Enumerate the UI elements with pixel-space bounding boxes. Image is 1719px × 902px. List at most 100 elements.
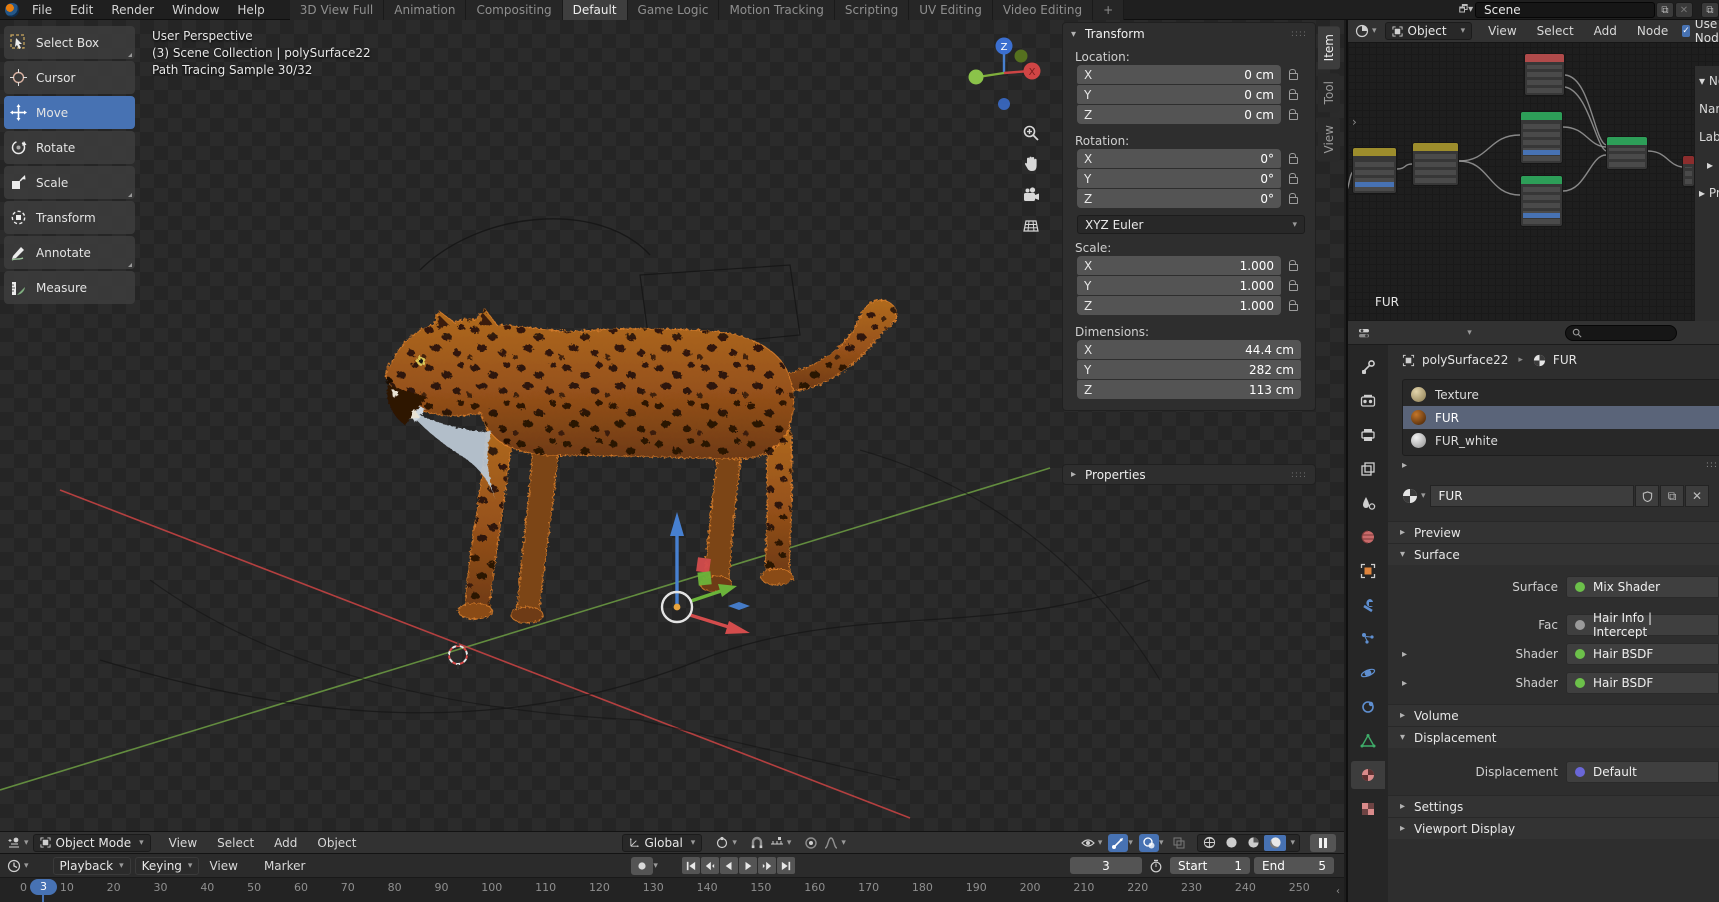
shader-node[interactable]	[1352, 147, 1397, 194]
shader-node[interactable]	[1606, 136, 1648, 170]
show-overlays-icon[interactable]	[1078, 834, 1098, 852]
node-header[interactable]	[1525, 54, 1564, 62]
proportional-editing-icon[interactable]	[801, 834, 821, 852]
node-header[interactable]	[1413, 143, 1458, 151]
lock-icon[interactable]	[1281, 69, 1305, 80]
keying-dropdown[interactable]: Keying ▾	[134, 856, 200, 875]
unlink-material-button[interactable]: ✕	[1685, 485, 1709, 507]
tab-texture[interactable]	[1351, 795, 1385, 823]
rotation-mode-dropdown[interactable]: XYZ Euler ▾	[1077, 215, 1305, 234]
prev-keyframe-button[interactable]	[700, 857, 719, 874]
node-header[interactable]	[1683, 156, 1694, 164]
overlays-toggle-icon[interactable]	[1138, 833, 1159, 852]
panel-volume[interactable]: ▸ Volume	[1388, 704, 1719, 726]
menu-help[interactable]: Help	[228, 0, 273, 20]
tab-view-layer[interactable]	[1351, 455, 1385, 483]
panel-displacement[interactable]: ▾ Displacement	[1388, 726, 1719, 748]
lock-icon[interactable]	[1281, 260, 1305, 271]
tab-motion-tracking[interactable]: Motion Tracking	[719, 0, 835, 20]
viewport-menu-add[interactable]: Add	[264, 832, 307, 854]
navigation-gizmo[interactable]: Z X	[966, 28, 1044, 128]
playback-dropdown[interactable]: Playback ▾	[52, 856, 131, 875]
use-preview-range-icon[interactable]	[1146, 857, 1166, 875]
lock-icon[interactable]	[1281, 173, 1305, 184]
rotation-x-field[interactable]: X 0°	[1077, 149, 1281, 168]
material-ball-icon[interactable]	[1402, 488, 1418, 504]
node-header[interactable]	[1353, 148, 1396, 156]
tab-render[interactable]	[1351, 387, 1385, 415]
tab-object-data[interactable]	[1351, 727, 1385, 755]
tab-video-editing[interactable]: Video Editing	[992, 0, 1094, 20]
tool-annotate[interactable]: Annotate	[4, 236, 135, 269]
tab-tool[interactable]	[1351, 353, 1385, 381]
material-slot-fur-white[interactable]: FUR_white	[1403, 429, 1719, 452]
play-reverse-button[interactable]	[719, 857, 738, 874]
node-menu-node[interactable]: Node	[1627, 20, 1678, 42]
pause-render-button[interactable]	[1310, 833, 1336, 852]
shader-node[interactable]	[1412, 142, 1459, 186]
tab-constraints[interactable]	[1351, 693, 1385, 721]
next-keyframe-button[interactable]	[757, 857, 776, 874]
tab-3d-view-full[interactable]: 3D View Full	[289, 0, 385, 20]
shader1-field[interactable]: Hair BSDF	[1566, 643, 1719, 665]
orthographic-grid-icon[interactable]	[1022, 217, 1040, 235]
timeline-editor-type-icon[interactable]	[4, 857, 24, 875]
material-slot-texture[interactable]: Texture	[1403, 383, 1719, 406]
panel-surface[interactable]: ▾ Surface	[1388, 543, 1719, 565]
breadcrumb-object[interactable]: polySurface22	[1422, 353, 1508, 367]
node-panel-fragment[interactable]: ▾ No	[1699, 74, 1719, 88]
lock-icon[interactable]	[1281, 153, 1305, 164]
transform-panel-header[interactable]: ▾ Transform ::::	[1063, 23, 1315, 45]
tool-move[interactable]: Move	[4, 96, 135, 129]
camera-view-icon[interactable]	[1022, 186, 1040, 204]
tool-scale[interactable]: Scale	[4, 166, 135, 199]
node-header[interactable]	[1607, 137, 1647, 145]
location-y-field[interactable]: Y0 cm	[1077, 85, 1281, 104]
lock-icon[interactable]	[1281, 300, 1305, 311]
tab-world[interactable]	[1351, 523, 1385, 551]
lock-icon[interactable]	[1281, 193, 1305, 204]
ruler-scroll-arrow-icon[interactable]: ‹	[1336, 886, 1340, 897]
shader2-field[interactable]: Hair BSDF	[1566, 672, 1719, 694]
tab-scripting[interactable]: Scripting	[834, 0, 910, 20]
tab-item[interactable]: Item	[1318, 26, 1340, 70]
properties-editor-type-icon[interactable]	[1354, 324, 1374, 342]
menu-window[interactable]: Window	[163, 0, 228, 20]
node-preview-fragment[interactable]: ▸ Pr	[1699, 186, 1719, 200]
show-gizmo-icon[interactable]	[1108, 833, 1129, 852]
panel-settings[interactable]: ▸ Settings	[1388, 795, 1719, 817]
fac-field[interactable]: Hair Info | Intercept	[1566, 611, 1719, 639]
tab-default[interactable]: Default	[562, 0, 628, 20]
tab-game-logic[interactable]: Game Logic	[627, 0, 720, 20]
shader-node[interactable]	[1524, 53, 1565, 96]
proportional-falloff-icon[interactable]	[821, 834, 841, 852]
tool-rotate[interactable]: Rotate	[4, 131, 135, 164]
move-gizmo[interactable]	[640, 480, 770, 650]
pivot-point-icon[interactable]	[712, 834, 732, 852]
panel-preview[interactable]: ▸ Preview	[1388, 521, 1719, 543]
shading-material-button[interactable]	[1242, 835, 1264, 851]
viewport-menu-select[interactable]: Select	[207, 832, 264, 854]
zoom-icon[interactable]	[1022, 124, 1040, 142]
location-x-field[interactable]: X0 cm	[1077, 65, 1281, 84]
resize-grip-icon[interactable]: ::::	[1706, 460, 1719, 471]
lock-icon[interactable]	[1281, 280, 1305, 291]
start-frame-field[interactable]: Start 1	[1170, 857, 1250, 874]
node-sidebar-toggle-icon[interactable]: ›	[1352, 115, 1357, 129]
menu-file[interactable]: File	[23, 0, 61, 20]
displacement-field[interactable]: Default	[1566, 761, 1719, 783]
tab-compositing[interactable]: Compositing	[466, 0, 563, 20]
mode-dropdown[interactable]: Object Mode ▾	[32, 833, 151, 852]
snap-target-icon[interactable]	[767, 834, 787, 852]
tab-material[interactable]	[1351, 761, 1385, 789]
viewport-menu-view[interactable]: View	[159, 832, 207, 854]
jump-to-end-button[interactable]	[776, 857, 795, 874]
expand-arrow-icon[interactable]: ▸	[1402, 678, 1407, 689]
shader-type-dropdown[interactable]: Object ▾	[1384, 22, 1473, 40]
current-frame-field[interactable]: 3	[1070, 857, 1142, 874]
node-menu-view[interactable]: View	[1478, 20, 1526, 42]
specials-arrow-icon[interactable]: ▸	[1402, 460, 1416, 471]
lock-icon[interactable]	[1281, 109, 1305, 120]
shading-solid-button[interactable]	[1220, 835, 1242, 851]
drag-handle-icon[interactable]: ::::	[1291, 29, 1307, 39]
